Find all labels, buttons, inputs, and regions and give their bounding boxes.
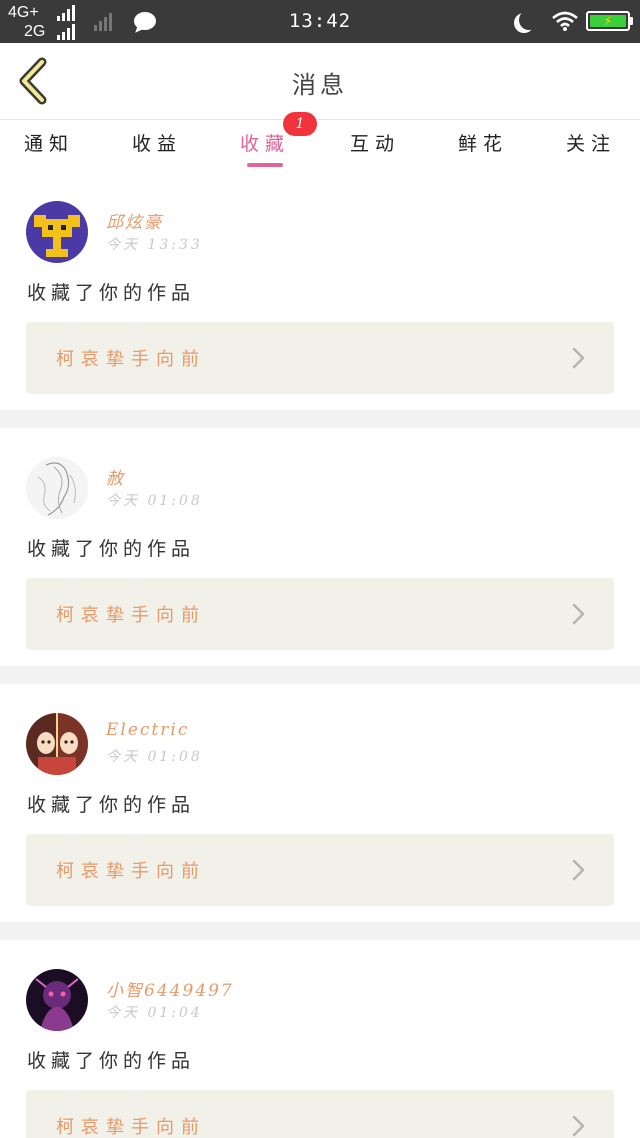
charging-icon: ⚡ xyxy=(603,14,613,28)
divider xyxy=(0,922,640,940)
chevron-right-icon xyxy=(572,859,585,881)
work-link[interactable]: 柯哀挚手向前 xyxy=(26,578,614,650)
tab-earnings[interactable]: 收益 xyxy=(117,129,197,156)
action-text: 收藏了你的作品 xyxy=(27,282,196,304)
wifi-icon xyxy=(552,11,578,31)
username[interactable]: 小智6449497 xyxy=(106,976,234,1001)
work-title: 柯哀挚手向前 xyxy=(56,1117,206,1138)
work-link[interactable]: 柯哀挚手向前 xyxy=(26,322,614,394)
avatar[interactable] xyxy=(26,457,88,519)
work-link[interactable]: 柯哀挚手向前 xyxy=(26,834,614,906)
do-not-disturb-icon xyxy=(519,10,539,30)
tab-interactions[interactable]: 互动 xyxy=(335,129,415,156)
timestamp: 今天 01:08 xyxy=(106,749,203,765)
action-text: 收藏了你的作品 xyxy=(27,538,196,560)
timestamp: 今天 01:08 xyxy=(106,493,203,509)
message-tabs: 通知 收益 收藏 互动 鲜花 关注 1 xyxy=(0,112,640,169)
message-card: 赦 今天 01:08 收藏了你的作品 柯哀挚手向前 xyxy=(0,428,640,666)
battery-icon: ⚡ xyxy=(586,11,633,31)
tab-notifications[interactable]: 通知 xyxy=(9,129,89,156)
tab-flowers[interactable]: 鲜花 xyxy=(443,129,523,156)
avatar[interactable] xyxy=(26,201,88,263)
active-tab-indicator xyxy=(247,163,283,167)
page-title: 消息 xyxy=(292,71,348,99)
username[interactable]: Electric xyxy=(106,720,189,740)
chevron-right-icon xyxy=(572,603,585,625)
favorites-badge: 1 xyxy=(283,112,317,136)
tab-follows[interactable]: 关注 xyxy=(551,129,631,156)
avatar[interactable] xyxy=(26,713,88,775)
work-title: 柯哀挚手向前 xyxy=(56,349,206,370)
divider xyxy=(0,666,640,684)
status-bar: 4G+ 2G 13:42 ⚡ xyxy=(0,0,640,43)
work-title: 柯哀挚手向前 xyxy=(56,605,206,626)
work-link[interactable]: 柯哀挚手向前 xyxy=(26,1090,614,1138)
message-card: 小智6449497 今天 01:04 收藏了你的作品 柯哀挚手向前 xyxy=(0,940,640,1138)
chevron-right-icon xyxy=(572,1115,585,1137)
divider xyxy=(0,410,640,428)
username[interactable]: 赦 xyxy=(106,464,125,489)
timestamp: 今天 01:04 xyxy=(106,1005,203,1021)
username[interactable]: 邱炫豪 xyxy=(106,208,163,233)
clock: 13:42 xyxy=(288,10,352,32)
avatar[interactable] xyxy=(26,969,88,1031)
action-text: 收藏了你的作品 xyxy=(27,1050,196,1072)
chevron-right-icon xyxy=(572,347,585,369)
timestamp: 今天 13:33 xyxy=(106,237,203,253)
action-text: 收藏了你的作品 xyxy=(27,794,196,816)
work-title: 柯哀挚手向前 xyxy=(56,861,206,882)
app-header: 消息 xyxy=(0,43,640,120)
message-card: Electric 今天 01:08 收藏了你的作品 柯哀挚手向前 xyxy=(0,684,640,922)
message-card: 邱炫豪 今天 13:33 收藏了你的作品 柯哀挚手向前 xyxy=(0,172,640,410)
